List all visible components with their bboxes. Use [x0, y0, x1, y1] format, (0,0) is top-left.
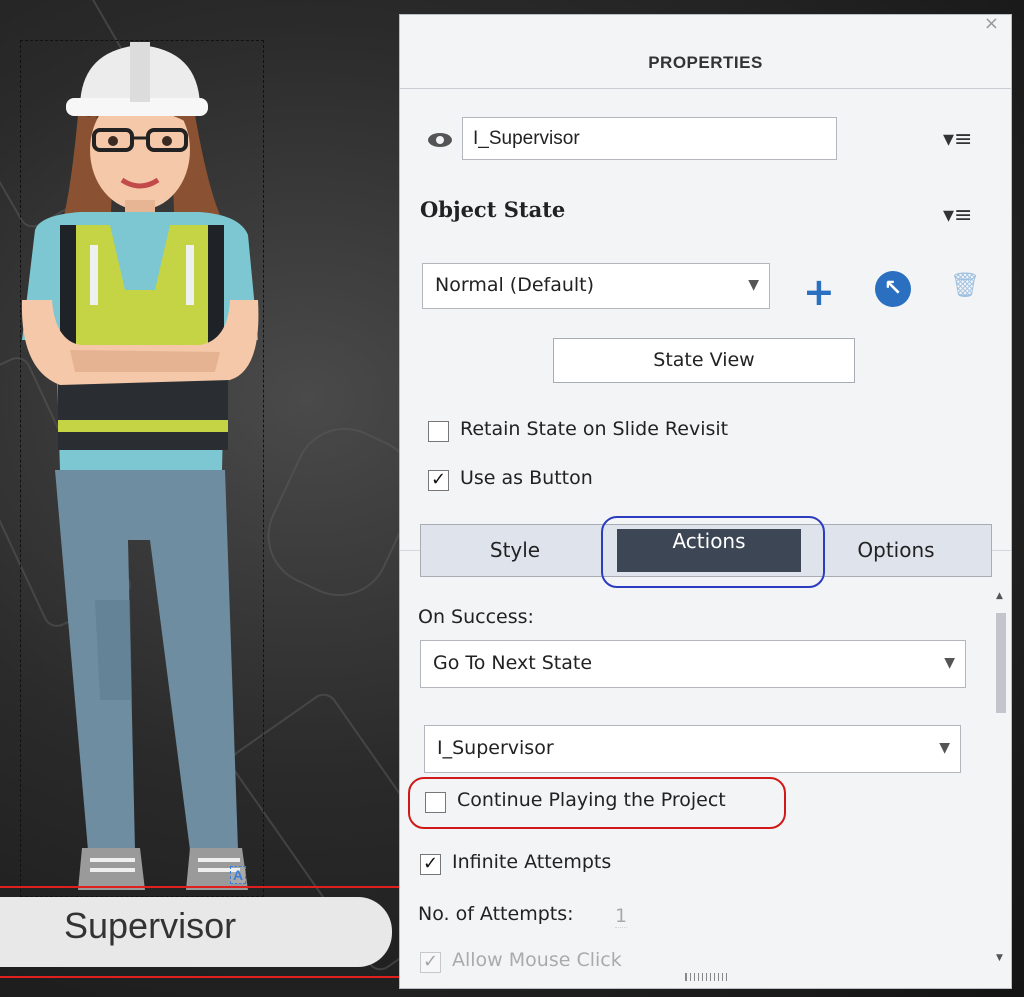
- close-icon[interactable]: ×: [984, 15, 999, 34]
- red-guide-line-top: [0, 886, 400, 888]
- scroll-down-icon[interactable]: ▼: [996, 953, 1003, 963]
- on-success-label: On Success:: [418, 606, 534, 628]
- target-state-dropdown[interactable]: I_Supervisor ▼: [424, 725, 961, 773]
- tab-style[interactable]: Style: [421, 525, 609, 576]
- delete-state-icon[interactable]: 🗑: [950, 271, 980, 299]
- text-anchor-icon[interactable]: A: [230, 866, 247, 884]
- chevron-down-icon: ▼: [939, 740, 950, 756]
- chevron-down-icon: ▼: [748, 277, 759, 293]
- eye-icon[interactable]: [428, 133, 452, 147]
- on-success-value: Go To Next State: [433, 652, 593, 674]
- panel-scrollbar[interactable]: ▲ ▼: [994, 591, 1008, 971]
- panel-menu-icon[interactable]: ▾≡: [943, 127, 972, 152]
- red-guide-line-bottom: [0, 976, 400, 978]
- scroll-thumb[interactable]: [996, 613, 1006, 713]
- continue-playing-highlight: [408, 777, 786, 829]
- tab-options[interactable]: Options: [801, 525, 991, 576]
- resize-grip-icon[interactable]: [685, 973, 727, 981]
- title-divider: [400, 88, 1011, 89]
- state-dropdown[interactable]: Normal (Default) ▼: [422, 263, 770, 309]
- retain-state-checkbox[interactable]: [428, 421, 449, 442]
- caption-box[interactable]: Supervisor: [0, 897, 392, 967]
- use-as-button-label: Use as Button: [460, 467, 593, 489]
- chevron-down-icon: ▼: [944, 655, 955, 671]
- infinite-attempts-label: Infinite Attempts: [452, 851, 612, 873]
- state-dropdown-value: Normal (Default): [435, 274, 595, 296]
- allow-mouse-click-checkbox: ✓: [420, 952, 441, 973]
- goto-state-icon[interactable]: ↖: [875, 271, 911, 307]
- add-state-icon[interactable]: +: [803, 273, 835, 311]
- state-menu-icon[interactable]: ▾≡: [943, 203, 972, 228]
- infinite-attempts-checkbox[interactable]: ✓: [420, 854, 441, 875]
- properties-panel: × PROPERTIES I_Supervisor ▾≡ Object Stat…: [399, 14, 1012, 989]
- retain-state-label: Retain State on Slide Revisit: [460, 418, 729, 440]
- object-state-heading: Object State: [420, 197, 566, 222]
- caption-text: Supervisor: [64, 905, 237, 946]
- attempts-value[interactable]: 1: [615, 905, 628, 928]
- on-success-dropdown[interactable]: Go To Next State ▼: [420, 640, 966, 688]
- attempts-label: No. of Attempts:: [418, 903, 574, 925]
- object-name-input[interactable]: I_Supervisor: [462, 117, 837, 160]
- state-view-button[interactable]: State View: [553, 338, 855, 383]
- target-state-value: I_Supervisor: [437, 737, 554, 759]
- panel-title: PROPERTIES: [648, 53, 763, 72]
- selection-bounding-box[interactable]: [20, 40, 264, 897]
- actions-tab-highlight: [601, 516, 825, 588]
- allow-mouse-click-label: Allow Mouse Click: [452, 949, 622, 971]
- scroll-up-icon[interactable]: ▲: [996, 591, 1003, 601]
- use-as-button-checkbox[interactable]: ✓: [428, 470, 449, 491]
